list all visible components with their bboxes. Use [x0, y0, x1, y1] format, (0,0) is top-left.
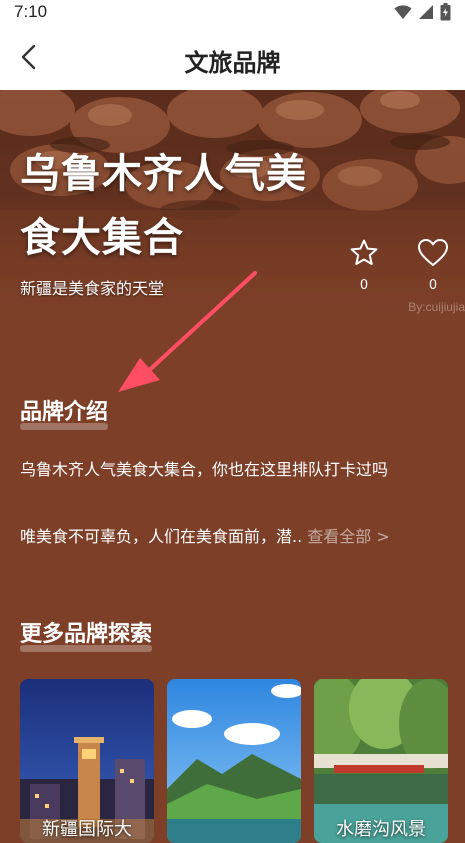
status-time: 7:10	[14, 2, 48, 21]
star-icon	[350, 239, 378, 265]
brand-card-list: 新疆国际大 水磨沟风景	[20, 679, 448, 843]
like-count: 0	[428, 278, 438, 293]
watermark-text: By:cuijiujia	[408, 300, 465, 314]
brand-card-label: 新疆国际大	[42, 819, 132, 840]
app-bar: 文旅品牌	[0, 24, 465, 90]
like-button[interactable]: 0	[413, 238, 453, 293]
brand-intro-heading: 品牌介绍	[20, 394, 109, 430]
hero-banner: 乌鲁木齐人气美 食大集合 新疆是美食家的天堂 By:cuijiujia 0 0	[0, 90, 465, 330]
page-title: 文旅品牌	[184, 49, 281, 77]
view-all-link[interactable]: 查看全部 >	[307, 527, 390, 546]
hero-title-line2: 食大集合	[20, 215, 184, 261]
brand-card[interactable]: 水磨沟风景	[314, 679, 448, 843]
intro-text-truncated: 唯美食不可辜负，人们在美食面前，潜.. 查看全部 >	[20, 525, 445, 549]
brand-intro-title: 品牌介绍	[20, 400, 109, 425]
brand-card[interactable]: 新疆国际大	[20, 679, 154, 843]
intro-text-2: 唯美食不可辜负，人们在美食面前，潜..	[20, 527, 308, 546]
more-brands-heading: 更多品牌探索	[20, 616, 153, 652]
mountain-lake-image	[167, 679, 301, 843]
status-bar: 7:10	[0, 0, 465, 24]
wifi-icon	[394, 5, 412, 19]
intro-text: 乌鲁木齐人气美食大集合，你也在这里排队打卡过吗	[20, 460, 389, 479]
favorite-button[interactable]: 0	[344, 238, 384, 293]
favorite-count: 0	[359, 278, 369, 293]
hero-title-line1: 乌鲁木齐人气美	[20, 151, 307, 197]
cellular-signal-icon	[419, 5, 433, 19]
heart-icon	[418, 239, 448, 266]
battery-icon	[440, 3, 451, 21]
more-brands-title: 更多品牌探索	[20, 622, 153, 647]
brand-card-label: 水磨沟风景	[336, 819, 426, 840]
status-icons	[394, 3, 451, 21]
hero-subtitle: 新疆是美食家的天堂	[20, 279, 165, 298]
hero-title: 乌鲁木齐人气美 食大集合	[20, 142, 320, 270]
brand-card[interactable]	[167, 679, 301, 843]
